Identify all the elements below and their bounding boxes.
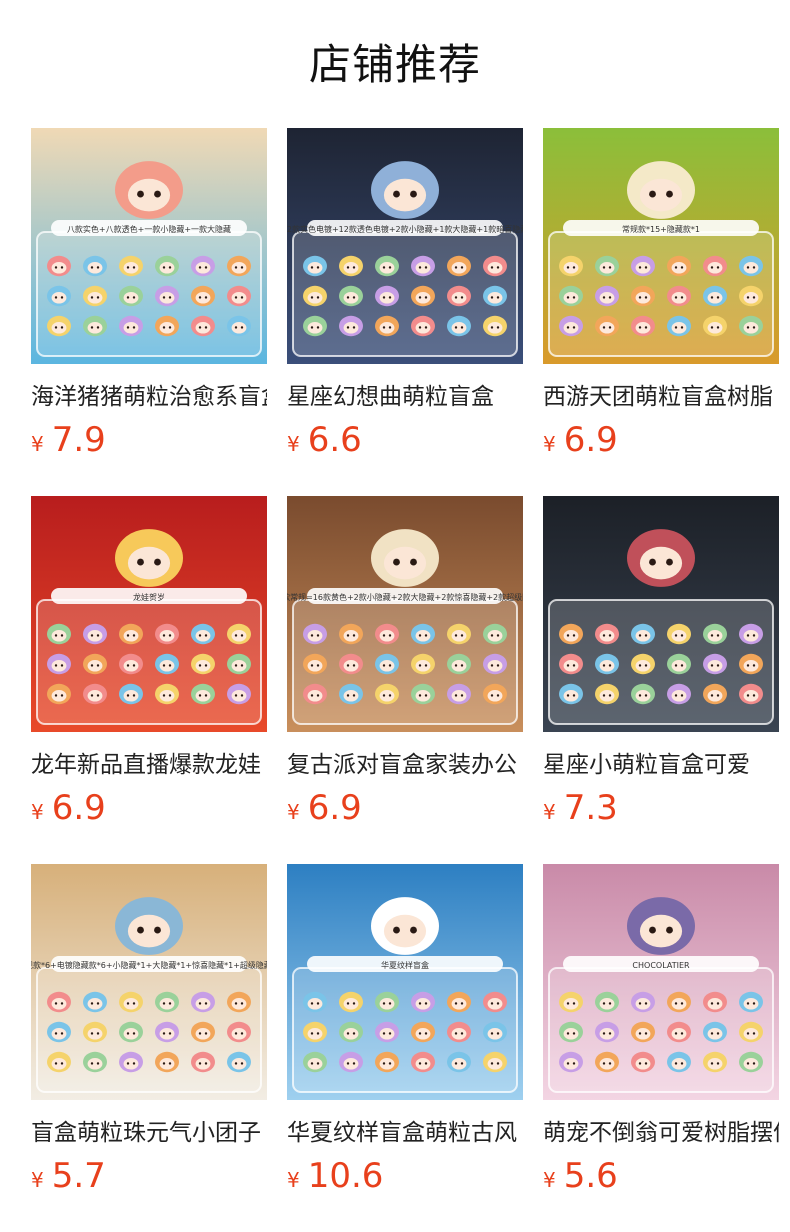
currency-symbol: ¥ [31, 1168, 44, 1192]
product-card[interactable]: CHOCOLATIER 萌宠不倒翁可爱树脂摆件 ¥5.6 [543, 864, 779, 1232]
product-price: ¥6.9 [287, 790, 523, 826]
product-name[interactable]: 萌宠不倒翁可爱树脂摆件 [543, 1118, 779, 1148]
product-image[interactable]: 常规款*6+电镀隐藏款*6+小隐藏*1+大隐藏*1+惊喜隐藏*1+超级隐藏*1 [31, 864, 267, 1100]
product-grid: 八款实色+八款透色+一款小隐藏+一款大隐藏海洋猪猪萌粒治愈系盲盒 ¥7.9 12款实… [31, 128, 779, 1232]
price-amount: 5.7 [51, 1156, 106, 1196]
product-card[interactable]: 常规款*6+电镀隐藏款*6+小隐藏*1+大隐藏*1+惊喜隐藏*1+超级隐藏*1 盲… [31, 864, 267, 1232]
currency-symbol: ¥ [543, 800, 556, 824]
currency-symbol: ¥ [31, 432, 44, 456]
product-image-banner: 常规款*15+隐藏款*1 [622, 224, 700, 234]
product-price: ¥10.6 [287, 1158, 523, 1194]
product-image-banner: 16款常规=16款黄色+2款小隐藏+2款大隐藏+2款惊喜隐藏+2款超级隐藏 [287, 592, 523, 602]
product-name[interactable]: 海洋猪猪萌粒治愈系盲盒 [31, 382, 267, 412]
product-card[interactable]: 龙娃贺岁龙年新品直播爆款龙娃 ¥6.9 [31, 496, 267, 864]
page-title: 店铺推荐 [308, 40, 481, 89]
price-amount: 6.6 [307, 420, 362, 460]
product-image-banner: 华夏纹样盲盒 [381, 960, 429, 970]
product-image[interactable]: CHOCOLATIER [543, 864, 779, 1100]
product-price: ¥6.9 [31, 790, 267, 826]
currency-symbol: ¥ [543, 432, 556, 456]
product-name[interactable]: 星座幻想曲萌粒盲盒 [287, 382, 523, 412]
product-name[interactable]: 星座小萌粒盲盒可爱 [543, 750, 779, 780]
product-image[interactable]: 12款实色电镀+12款透色电镀+2款小隐藏+1款大隐藏+1款暗喜隐藏 [287, 128, 523, 364]
product-card[interactable]: 八款实色+八款透色+一款小隐藏+一款大隐藏海洋猪猪萌粒治愈系盲盒 ¥7.9 [31, 128, 267, 496]
price-amount: 7.9 [51, 420, 106, 460]
product-card[interactable]: 16款常规=16款黄色+2款小隐藏+2款大隐藏+2款惊喜隐藏+2款超级隐藏复古派… [287, 496, 523, 864]
product-price: ¥5.6 [543, 1158, 779, 1194]
product-price: ¥7.3 [543, 790, 779, 826]
product-price: ¥7.9 [31, 422, 267, 458]
price-amount: 10.6 [307, 1156, 384, 1196]
product-image-banner: 八款实色+八款透色+一款小隐藏+一款大隐藏 [67, 224, 231, 234]
product-image-banner: CHOCOLATIER [632, 961, 690, 970]
currency-symbol: ¥ [287, 1168, 300, 1192]
price-amount: 6.9 [307, 788, 362, 828]
product-card[interactable]: 星座小萌粒盲盒可爱 ¥7.3 [543, 496, 779, 864]
product-name[interactable]: 盲盒萌粒珠元气小团子 [31, 1118, 267, 1148]
product-image-banner: 龙娃贺岁 [133, 592, 165, 602]
product-image[interactable]: 常规款*15+隐藏款*1 [543, 128, 779, 364]
price-amount: 6.9 [51, 788, 106, 828]
product-name[interactable]: 西游天团萌粒盲盒树脂 [543, 382, 779, 412]
currency-symbol: ¥ [31, 800, 44, 824]
price-amount: 6.9 [563, 420, 618, 460]
price-amount: 5.6 [563, 1156, 618, 1196]
currency-symbol: ¥ [287, 432, 300, 456]
product-image[interactable]: 16款常规=16款黄色+2款小隐藏+2款大隐藏+2款惊喜隐藏+2款超级隐藏 [287, 496, 523, 732]
product-price: ¥6.9 [543, 422, 779, 458]
product-image[interactable]: 华夏纹样盲盒 [287, 864, 523, 1100]
product-name[interactable]: 龙年新品直播爆款龙娃 [31, 750, 267, 780]
product-card[interactable]: 华夏纹样盲盒华夏纹样盲盒萌粒古风 ¥10.6 [287, 864, 523, 1232]
product-card[interactable]: 常规款*15+隐藏款*1 西游天团萌粒盲盒树脂 ¥6.9 [543, 128, 779, 496]
product-image-banner: 12款实色电镀+12款透色电镀+2款小隐藏+1款大隐藏+1款暗喜隐藏 [287, 224, 523, 234]
product-name[interactable]: 华夏纹样盲盒萌粒古风 [287, 1118, 523, 1148]
product-image-banner: 常规款*6+电镀隐藏款*6+小隐藏*1+大隐藏*1+惊喜隐藏*1+超级隐藏*1 [31, 960, 267, 970]
product-image[interactable]: 龙娃贺岁 [31, 496, 267, 732]
product-name[interactable]: 复古派对盲盒家装办公 [287, 750, 523, 780]
currency-symbol: ¥ [287, 800, 300, 824]
product-price: ¥5.7 [31, 1158, 267, 1194]
header: 店铺推荐 [0, 0, 790, 128]
product-price: ¥6.6 [287, 422, 523, 458]
product-card[interactable]: 12款实色电镀+12款透色电镀+2款小隐藏+1款大隐藏+1款暗喜隐藏星座幻想曲萌… [287, 128, 523, 496]
product-image[interactable] [543, 496, 779, 732]
price-amount: 7.3 [563, 788, 618, 828]
product-image[interactable]: 八款实色+八款透色+一款小隐藏+一款大隐藏 [31, 128, 267, 364]
currency-symbol: ¥ [543, 1168, 556, 1192]
